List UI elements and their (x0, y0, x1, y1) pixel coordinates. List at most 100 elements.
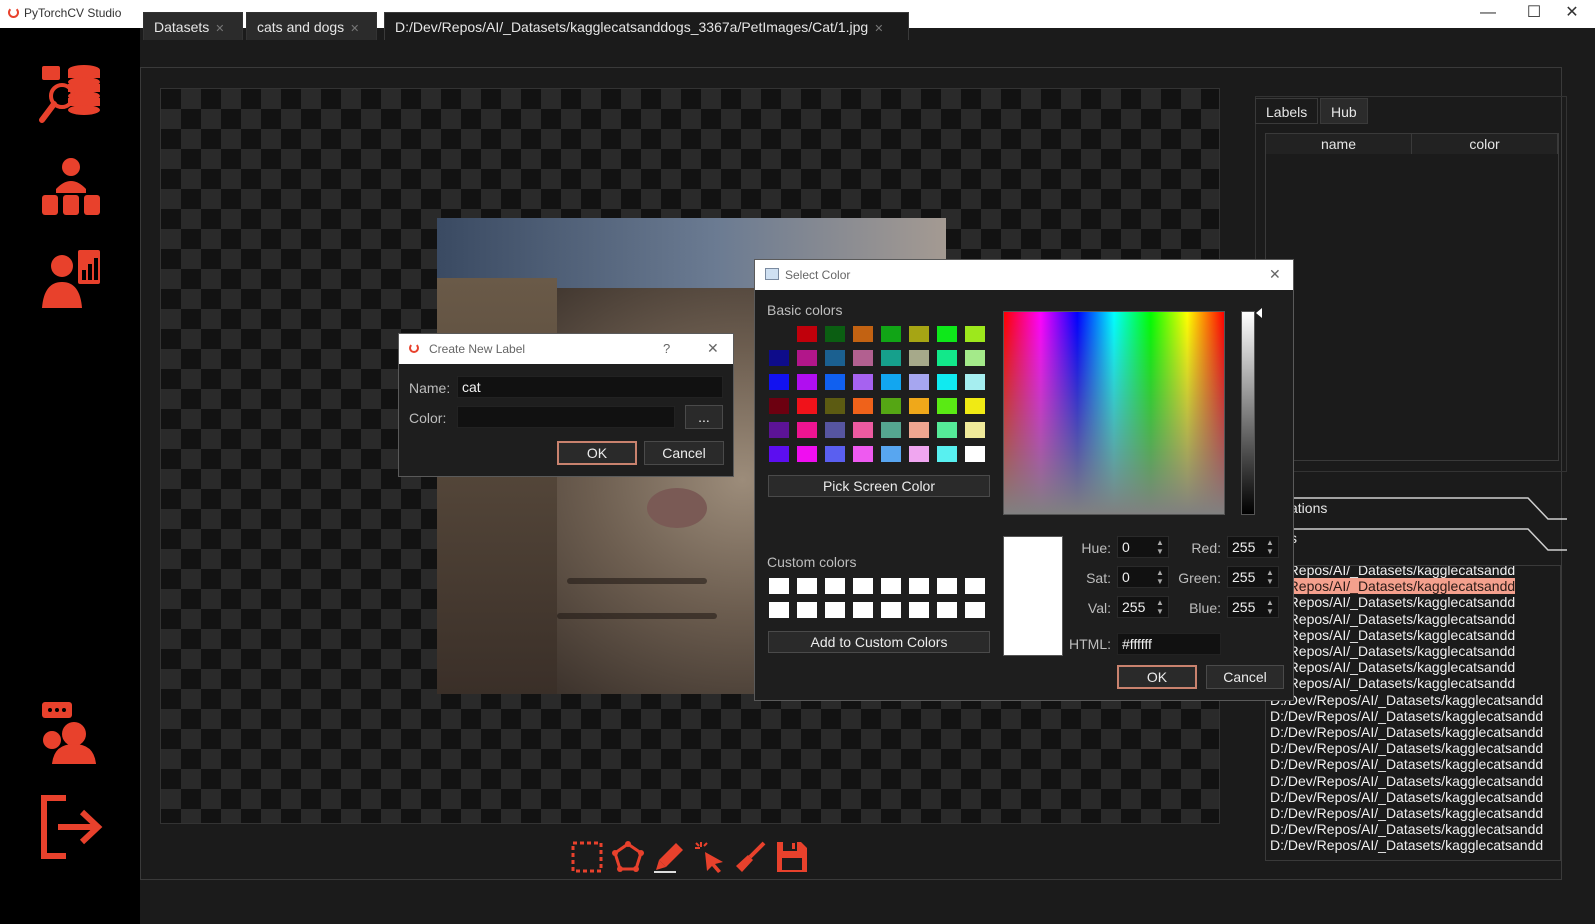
basic-color-swatch[interactable] (937, 446, 957, 462)
custom-color-swatch[interactable] (797, 578, 817, 594)
ok-button[interactable]: OK (1117, 665, 1197, 689)
tab-datasets[interactable]: Datasets ✕ (143, 12, 243, 40)
basic-color-swatch[interactable] (769, 350, 789, 366)
value-slider[interactable] (1241, 311, 1255, 515)
basic-color-swatch[interactable] (853, 350, 873, 366)
basic-color-swatch[interactable] (797, 350, 817, 366)
basic-color-swatch[interactable] (965, 350, 985, 366)
basic-color-swatch[interactable] (937, 326, 957, 342)
file-list-item[interactable]: D:/Dev/Repos/AI/_Datasets/kagglecatsandd (1270, 821, 1543, 837)
basic-color-swatch[interactable] (853, 422, 873, 438)
magic-select-icon[interactable] (693, 840, 727, 874)
html-input[interactable]: #ffffff (1117, 633, 1221, 655)
basic-color-swatch[interactable] (797, 398, 817, 414)
basic-color-swatch[interactable] (937, 350, 957, 366)
basic-color-swatch[interactable] (965, 398, 985, 414)
custom-color-swatch[interactable] (937, 602, 957, 618)
tab-close-icon[interactable]: ✕ (350, 23, 359, 35)
file-list-item[interactable]: D:/Dev/Repos/AI/_Datasets/kagglecatsandd (1270, 692, 1543, 708)
custom-color-swatch[interactable] (965, 602, 985, 618)
basic-color-swatch[interactable] (825, 446, 845, 462)
basic-color-swatch[interactable] (853, 398, 873, 414)
file-list-item[interactable]: D:/Dev/Repos/AI/_Datasets/kagglecatsandd (1270, 789, 1543, 805)
basic-color-swatch[interactable] (797, 422, 817, 438)
basic-color-swatch[interactable] (937, 398, 957, 414)
column-header-color[interactable]: color (1412, 134, 1558, 154)
file-list-item[interactable]: D:/Dev/Repos/AI/_Datasets/kagglecatsandd (1270, 773, 1543, 789)
spin-arrows-icon[interactable]: ▲ ▼ (1266, 568, 1276, 586)
file-list-item[interactable]: ev/Repos/AI/_Datasets/kagglecatsandd (1270, 643, 1515, 659)
blue-spinbox[interactable]: 255 ▲ ▼ (1227, 596, 1279, 618)
polygon-tool-icon[interactable] (611, 840, 645, 874)
value-slider-handle[interactable] (1256, 308, 1262, 318)
minimize-button[interactable]: — (1465, 0, 1511, 28)
pick-screen-color-button[interactable]: Pick Screen Color (768, 475, 990, 497)
custom-color-swatch[interactable] (937, 578, 957, 594)
basic-color-swatch[interactable] (909, 398, 929, 414)
custom-color-swatch[interactable] (853, 602, 873, 618)
basic-color-swatch[interactable] (825, 398, 845, 414)
basic-color-swatch[interactable] (965, 374, 985, 390)
red-spinbox[interactable]: 255 ▲ ▼ (1227, 536, 1279, 558)
custom-color-swatch[interactable] (769, 578, 789, 594)
basic-color-swatch[interactable] (937, 374, 957, 390)
file-list-item[interactable]: D:/Dev/Repos/AI/_Datasets/kagglecatsandd (1270, 724, 1543, 740)
custom-color-swatch[interactable] (881, 602, 901, 618)
color-spectrum[interactable] (1003, 311, 1225, 515)
file-list-item[interactable]: D:/Dev/Repos/AI/_Datasets/kagglecatsandd (1270, 805, 1543, 821)
basic-color-swatch[interactable] (881, 326, 901, 342)
basic-color-swatch[interactable] (965, 326, 985, 342)
basic-color-swatch[interactable] (937, 422, 957, 438)
basic-color-swatch[interactable] (825, 350, 845, 366)
basic-color-swatch[interactable] (881, 422, 901, 438)
basic-color-swatch[interactable] (769, 374, 789, 390)
column-header-name[interactable]: name (1266, 134, 1412, 154)
cancel-button[interactable]: Cancel (644, 441, 724, 465)
spin-arrows-icon[interactable]: ▲ ▼ (1156, 598, 1166, 616)
spin-arrows-icon[interactable]: ▲ ▼ (1266, 538, 1276, 556)
close-window-button[interactable]: ✕ (1549, 0, 1595, 28)
labels-table[interactable]: name color (1265, 133, 1559, 461)
color-input[interactable] (457, 406, 675, 428)
sat-spinbox[interactable]: 0 ▲ ▼ (1117, 566, 1169, 588)
basic-color-swatch[interactable] (769, 446, 789, 462)
tab-close-icon[interactable]: ✕ (215, 23, 224, 35)
green-spinbox[interactable]: 255 ▲ ▼ (1227, 566, 1279, 588)
basic-color-swatch[interactable] (881, 398, 901, 414)
file-list-item[interactable]: ev/Repos/AI/_Datasets/kagglecatsandd (1270, 566, 1515, 578)
basic-color-swatch[interactable] (909, 374, 929, 390)
basic-color-swatch[interactable] (825, 374, 845, 390)
spin-arrows-icon[interactable]: ▲ ▼ (1156, 538, 1166, 556)
close-dialog-button[interactable]: ✕ (1269, 266, 1281, 283)
tab-close-icon[interactable]: ✕ (874, 23, 883, 35)
help-button[interactable]: ? (663, 341, 670, 356)
marker-tool-icon[interactable] (652, 840, 686, 874)
basic-color-swatch[interactable] (853, 326, 873, 342)
spin-arrows-icon[interactable]: ▲ ▼ (1266, 598, 1276, 616)
basic-color-swatch[interactable] (769, 326, 789, 342)
custom-color-swatch[interactable] (825, 602, 845, 618)
custom-color-swatch[interactable] (965, 578, 985, 594)
basic-color-swatch[interactable] (769, 422, 789, 438)
custom-color-swatch[interactable] (825, 578, 845, 594)
file-list-item[interactable]: ev/Repos/AI/_Datasets/kagglecatsandd (1270, 594, 1515, 610)
val-spinbox[interactable]: 255 ▲ ▼ (1117, 596, 1169, 618)
file-list-item[interactable]: D:/Dev/Repos/AI/_Datasets/kagglecatsandd (1270, 708, 1543, 724)
tab-labels[interactable]: Labels (1255, 98, 1319, 124)
browse-color-button[interactable]: ... (685, 405, 723, 429)
custom-color-swatch[interactable] (909, 602, 929, 618)
team-icon[interactable] (38, 153, 104, 219)
add-custom-colors-button[interactable]: Add to Custom Colors (768, 631, 990, 653)
tab-cats-and-dogs[interactable]: cats and dogs ✕ (246, 12, 377, 40)
basic-color-swatch[interactable] (965, 422, 985, 438)
support-icon[interactable] (38, 700, 104, 766)
basic-color-swatch[interactable] (909, 446, 929, 462)
tab-hub[interactable]: Hub (1320, 98, 1368, 124)
file-list-item[interactable]: D:/Dev/Repos/AI/_Datasets/kagglecatsandd (1270, 837, 1543, 853)
custom-color-swatch[interactable] (909, 578, 929, 594)
spin-arrows-icon[interactable]: ▲ ▼ (1156, 568, 1166, 586)
logout-icon[interactable] (38, 794, 104, 860)
file-list-item[interactable]: ev/Repos/AI/_Datasets/kagglecatsandd (1270, 611, 1515, 627)
basic-color-swatch[interactable] (769, 398, 789, 414)
basic-color-swatch[interactable] (825, 326, 845, 342)
